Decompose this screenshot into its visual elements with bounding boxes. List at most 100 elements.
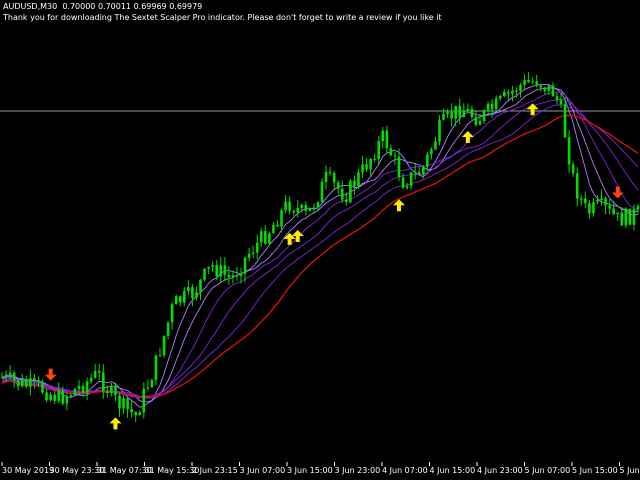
candle-body [563,104,567,138]
candle-body [336,182,340,189]
candle-body [616,212,620,215]
candle-body [470,108,474,117]
candle-body [272,224,275,234]
buy-signal-up-arrow-icon [109,417,122,430]
price-chart[interactable]: 30 May 201930 May 23:3031 May 07:3031 Ma… [0,0,640,480]
candle-body [195,292,198,299]
indicator-message: Thank you for downloading The Sextet Sca… [3,13,442,22]
candle-body [235,275,239,277]
signal-arrows [44,103,624,430]
candle-body [4,374,8,378]
candle-body [551,85,555,97]
candle-body [65,396,69,404]
candle-body [409,172,413,187]
candle-body [73,388,77,395]
candle-body [401,177,405,188]
ribbon-line [1,114,639,398]
candle-body [571,164,575,174]
candle-body [49,394,52,401]
candle-body [12,372,16,381]
candle-body [466,108,470,112]
candle-body [612,208,615,215]
ribbon-line [1,87,639,403]
candle-body [555,96,559,100]
candle-body [450,111,453,119]
candle-body [535,81,539,86]
candle-body [247,253,251,258]
chart-window[interactable]: 30 May 2019 30 May 23:30 31 May 07:30 31 Ma… [0,0,640,480]
candle-body [632,209,636,225]
candle-body [276,224,279,227]
candle-body [296,207,300,213]
candle-body [251,252,255,254]
ribbon-line [1,98,639,399]
candle-body [150,380,154,388]
candle-body [515,90,518,92]
candle-body [162,335,166,356]
candle-body [438,119,441,142]
candle-body [106,391,109,394]
time-tick-label: 5 Jun 23 [620,466,640,475]
candle-body [405,186,409,188]
candle-body [85,381,89,393]
candle-body [482,110,486,122]
candle-body [146,387,150,389]
candle-body [357,172,360,187]
candle-body [33,378,36,381]
time-tick-label: 5 Jun 07:00 [525,466,571,475]
candle-body [312,207,316,209]
candle-body [507,91,510,94]
candle-body [207,266,210,269]
sell-signal-down-arrow-icon [44,368,57,381]
candle-body [547,85,551,91]
candle-body [170,304,174,323]
candle-body [604,198,607,206]
candle-body [413,171,417,173]
candle-body [498,96,502,99]
candle-body [16,380,20,387]
candle-body [25,379,28,387]
candle-body [478,121,482,125]
candle-body [126,398,129,410]
candle-body [37,380,40,383]
candle-body [93,370,97,378]
candle-body [332,172,336,183]
candle-body [442,114,445,120]
candle-body [592,202,595,214]
candle-body [53,394,56,401]
candle-body [494,98,498,110]
candle-body [89,377,93,382]
candle-body [523,79,526,86]
candle-body [579,198,583,200]
candle-body [203,268,206,280]
candle-body [527,79,530,83]
candle-body [154,355,158,381]
candle-body [134,412,137,416]
candle-body [430,149,433,155]
candle-body [486,103,490,111]
candle-body [340,188,344,200]
candle-body [199,279,202,293]
candle-body [397,156,401,178]
candle-body [636,206,640,210]
candle-body [174,296,178,305]
candle-body [462,111,466,118]
candle-body [308,208,312,211]
candle-body [187,287,190,292]
time-tick-label: 5 Jun 15:00 [572,466,618,475]
candle-body [454,105,457,119]
candle-body [543,87,547,91]
candle-body [426,154,429,167]
candle-body [45,392,48,401]
candle-body [575,173,579,199]
candle-body [61,390,65,404]
candle-body [608,205,611,209]
candle-body [628,208,632,225]
candle-body [559,99,563,105]
candle-body [219,265,223,277]
candle-body [231,275,235,278]
candle-body [255,242,259,253]
candle-body [122,398,125,409]
candle-body [353,180,356,187]
candle-body [0,377,4,379]
